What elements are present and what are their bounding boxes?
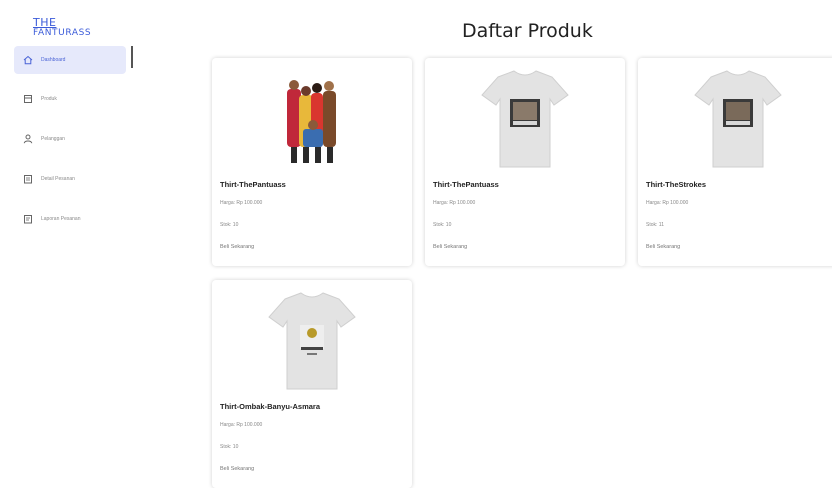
product-price: Harga: Rp 100.000	[220, 200, 263, 206]
sidebar-item-label: Dashboard	[41, 57, 66, 63]
product-name: Thirt-ThePantuass	[220, 180, 286, 189]
brand-line-1: THE	[33, 16, 57, 29]
box-icon	[23, 94, 33, 104]
sidebar-item-pelanggan[interactable]: Pelanggan	[14, 124, 126, 154]
product-image[interactable]	[425, 64, 625, 174]
product-stock: Stok: 10	[220, 222, 239, 228]
buy-link[interactable]: Beli Sekarang	[646, 244, 680, 250]
sidebar-item-produk[interactable]: Produk	[14, 84, 126, 114]
brand-line-2: FANTURASS	[33, 28, 92, 38]
sidebar-item-dashboard[interactable]: Dashboard	[14, 46, 126, 74]
product-card[interactable]: Thirt-ThePantuass Harga: Rp 100.000 Stok…	[212, 58, 412, 266]
page-title: Daftar Produk	[462, 20, 593, 42]
product-stock: Stok: 11	[646, 222, 664, 228]
product-name: Thirt-Ombak-Banyu-Asmara	[220, 402, 321, 411]
product-image[interactable]	[212, 286, 412, 396]
buy-link[interactable]: Beli Sekarang	[433, 244, 467, 250]
sidebar-item-detail-pesanan[interactable]: Detail Pesanan	[14, 164, 126, 194]
sidebar-scrollbar[interactable]	[131, 46, 133, 68]
sidebar-item-label: Produk	[41, 96, 57, 102]
report-icon	[23, 214, 33, 224]
buy-link[interactable]: Beli Sekarang	[220, 466, 254, 472]
brand-logo[interactable]: THE FANTURASS	[33, 16, 92, 38]
buy-link[interactable]: Beli Sekarang	[220, 244, 254, 250]
product-stock: Stok: 10	[220, 444, 239, 450]
product-image[interactable]	[638, 64, 832, 174]
product-card[interactable]: Thirt-TheStrokes Harga: Rp 100.000 Stok:…	[638, 58, 832, 266]
sidebar-item-label: Detail Pesanan	[41, 176, 75, 182]
product-price: Harga: Rp 100.000	[220, 422, 263, 428]
product-price: Harga: Rp 100.000	[646, 200, 689, 206]
sidebar-item-label: Laporan Pesanan	[41, 216, 81, 222]
product-name: Thirt-TheStrokes	[646, 180, 707, 189]
product-card[interactable]: Thirt-ThePantuass Harga: Rp 100.000 Stok…	[425, 58, 625, 266]
product-stock: Stok: 10	[433, 222, 452, 228]
sidebar-item-laporan-pesanan[interactable]: Laporan Pesanan	[14, 204, 126, 234]
clipboard-icon	[23, 174, 33, 184]
user-icon	[23, 134, 33, 144]
sidebar-item-label: Pelanggan	[41, 136, 65, 142]
sidebar: THE FANTURASS Dashboard Produk Pelanggan	[0, 0, 150, 488]
product-image[interactable]	[212, 64, 412, 174]
sidebar-nav: Dashboard Produk Pelanggan Detail Pesana…	[14, 46, 126, 244]
product-name: Thirt-ThePantuass	[433, 180, 499, 189]
home-icon	[23, 55, 33, 65]
product-price: Harga: Rp 100.000	[433, 200, 476, 206]
product-card[interactable]: Thirt-Ombak-Banyu-Asmara Harga: Rp 100.0…	[212, 280, 412, 488]
